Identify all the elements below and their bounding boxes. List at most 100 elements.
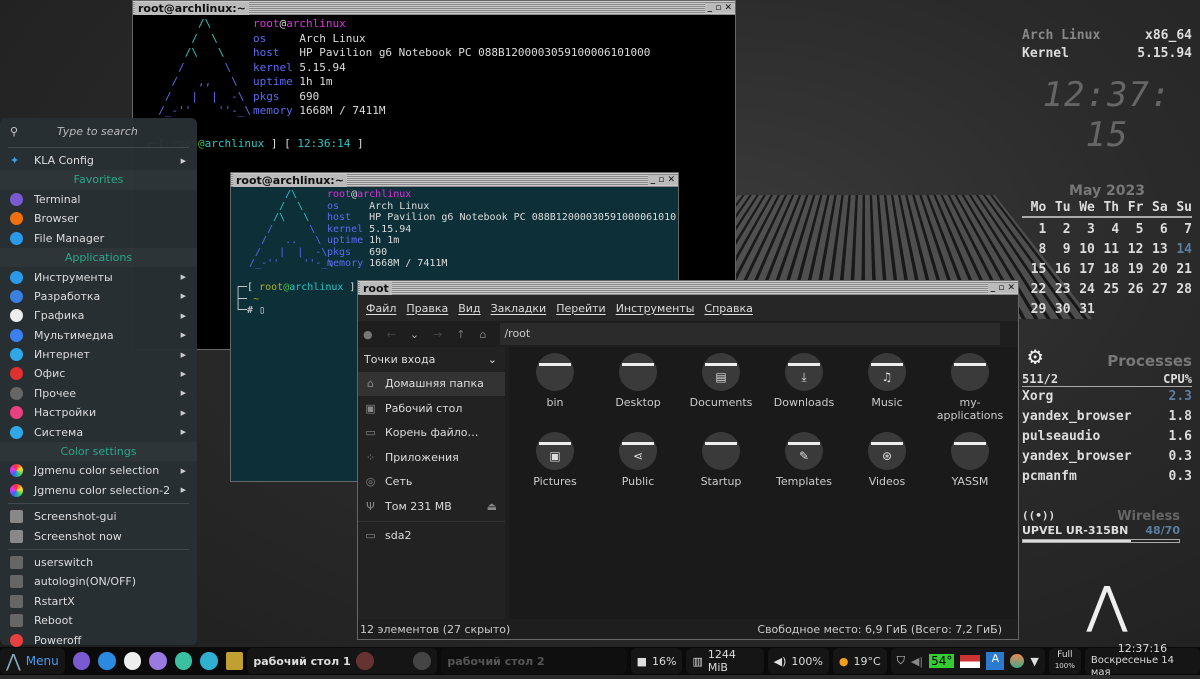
menu-item-прочее[interactable]: Прочее ▶ <box>0 384 197 403</box>
window-controls[interactable]: _ ▫ ✕ <box>988 283 1018 293</box>
info-icon[interactable]: ● <box>363 328 373 341</box>
translate-icon[interactable]: A <box>986 652 1004 670</box>
us-flag-icon[interactable] <box>960 655 980 668</box>
media-player-launcher-icon[interactable] <box>149 652 167 670</box>
menu-edit[interactable]: Правка <box>406 302 448 315</box>
file-item-desktop[interactable]: Desktop <box>597 353 679 409</box>
menu-item-label: userswitch <box>34 556 93 569</box>
menu-item-reboot[interactable]: Reboot <box>0 611 197 630</box>
poweroff-icon <box>10 634 23 647</box>
yandex-browser-icon[interactable] <box>356 652 374 670</box>
file-manager-launcher-icon[interactable] <box>98 652 116 670</box>
menu-item-screenshot-now[interactable]: Screenshot now <box>0 526 197 545</box>
process-row: pulseaudio 1.6 <box>1022 427 1192 447</box>
desktop-2-pager[interactable]: рабочий стол 2 <box>441 648 626 674</box>
menu-item-userswitch[interactable]: userswitch <box>0 553 197 572</box>
tools-launcher-icon[interactable] <box>226 652 244 670</box>
window-icon[interactable] <box>413 652 431 670</box>
file-item-my-applications[interactable]: my-applications <box>929 353 1011 422</box>
menu-bookmarks[interactable]: Закладки <box>491 302 547 315</box>
terminal-launcher-icon[interactable] <box>73 652 91 670</box>
настройки-icon <box>10 406 23 419</box>
menu-item-интернет[interactable]: Интернет ▶ <box>0 345 197 364</box>
back-icon[interactable]: ← <box>387 328 396 341</box>
menu-help[interactable]: Справка <box>704 302 752 315</box>
menu-item-инструменты[interactable]: Инструменты ▶ <box>0 267 197 286</box>
home-icon: ⌂ <box>364 377 377 390</box>
file-item-downloads[interactable]: ⤓ Downloads <box>763 353 845 409</box>
menu-item-terminal[interactable]: Terminal <box>0 190 197 209</box>
menu-button[interactable]: ⋀ Menu <box>0 648 65 674</box>
home-icon[interactable]: ⌂ <box>479 328 486 341</box>
volume-indicator[interactable]: ◀) 100% <box>768 648 829 674</box>
menu-item-browser[interactable]: Browser <box>0 209 197 228</box>
menu-item-настройки[interactable]: Настройки ▶ <box>0 403 197 422</box>
wifi-icon[interactable]: ▼ <box>1030 655 1038 668</box>
place-applications[interactable]: ⁘ Приложения <box>358 445 505 470</box>
conky-widget: Arch Linux x86_64 Kernel 5.15.94 12:37: 15… <box>1022 28 1192 633</box>
search-icon: ⚲ <box>10 125 23 138</box>
menu-item-система[interactable]: Система ▶ <box>0 422 197 441</box>
place-sda2[interactable]: ▭ sda2 <box>358 524 505 549</box>
menu-item-jgmenu-color-selection[interactable]: Jgmenu color selection ▶ <box>0 461 197 480</box>
path-input[interactable]: /root <box>500 323 1000 345</box>
menu-view[interactable]: Вид <box>458 302 480 315</box>
file-item-bin[interactable]: bin <box>514 353 596 409</box>
settings-launcher-icon[interactable] <box>200 652 218 670</box>
calendar-day: 7 <box>1168 221 1192 238</box>
menu-item-разработка[interactable]: Разработка ▶ <box>0 287 197 306</box>
menu-item-офис[interactable]: Офис ▶ <box>0 364 197 383</box>
battery-indicator[interactable]: Full 100% <box>1049 648 1081 674</box>
volume-tray-icon[interactable]: ◀| <box>911 655 923 668</box>
place-root[interactable]: ▭ Корень файло… <box>358 421 505 446</box>
recycle-launcher-icon[interactable] <box>175 652 193 670</box>
places-header[interactable]: Точки входа ⌄ <box>358 347 505 372</box>
file-manager-window[interactable]: root _ ▫ ✕ Файл Правка Вид Закладки Перейти Ин… <box>357 280 1019 640</box>
window-controls[interactable]: _ ▫ ✕ <box>648 175 678 185</box>
place-home[interactable]: ⌂ Домашняя папка <box>358 372 505 397</box>
file-item-videos[interactable]: ⊛ Videos <box>846 432 928 488</box>
titlebar[interactable]: root _ ▫ ✕ <box>358 281 1018 295</box>
menu-file[interactable]: Файл <box>366 302 396 315</box>
file-item-music[interactable]: ♫ Music <box>846 353 928 409</box>
menu-item-jgmenu-color-selection-2[interactable]: Jgmenu color selection-2 ▶ <box>0 481 197 500</box>
place-desktop[interactable]: ▣ Рабочий стол <box>358 396 505 421</box>
file-item-documents[interactable]: ▤ Documents <box>680 353 762 409</box>
weather-indicator[interactable]: ● 19°C <box>833 648 887 674</box>
menu-item-kla-config[interactable]: ✦ KLA Config ▶ <box>0 151 197 170</box>
place-network[interactable]: ◎ Сеть <box>358 470 505 495</box>
history-dropdown-icon[interactable]: ⌄ <box>410 328 419 341</box>
menu-item-rstartx[interactable]: RstartX <box>0 592 197 611</box>
menu-item-графика[interactable]: Графика ▶ <box>0 306 197 325</box>
menu-go[interactable]: Перейти <box>556 302 606 315</box>
folder-icon: ⤓ <box>785 353 823 391</box>
file-item-yassm[interactable]: YASSM <box>929 432 1011 488</box>
menu-item-label: autologin(ON/OFF) <box>34 575 136 588</box>
menu-search[interactable]: ⚲ Type to search <box>0 118 197 144</box>
file-item-startup[interactable]: Startup <box>680 432 762 488</box>
file-item-pictures[interactable]: ▣ Pictures <box>514 432 596 488</box>
titlebar[interactable]: root@archlinux:~ _ ▫ ✕ <box>231 173 678 187</box>
menu-tools[interactable]: Инструменты <box>616 302 695 315</box>
titlebar[interactable]: root@archlinux:~ _ ▫ ✕ <box>133 1 735 15</box>
menu-item-мультимедиа[interactable]: Мультимедиа ▶ <box>0 326 197 345</box>
file-item-public[interactable]: ⋖ Public <box>597 432 679 488</box>
forward-icon[interactable]: → <box>433 328 442 341</box>
color-picker-icon[interactable] <box>1010 654 1024 668</box>
calendar: Mo Tu We Th Fr Sa Su 1 2 3 4 5 6 7 8 9 10 11 12 13 14 15 16 17 1… <box>1022 199 1192 318</box>
menu-item-autologin-on-off-[interactable]: autologin(ON/OFF) <box>0 572 197 591</box>
clock[interactable]: 12:37:16 Воскресенье 14 мая <box>1085 648 1200 674</box>
menu-item-screenshot-gui[interactable]: Screenshot-gui <box>0 507 197 526</box>
place-volume[interactable]: Ψ Том 231 MB ⏏ <box>358 494 505 519</box>
shield-icon[interactable]: ⛉ <box>897 654 905 668</box>
window-controls[interactable]: _ ▫ ✕ <box>705 3 735 13</box>
cherry-launcher-icon[interactable] <box>124 652 142 670</box>
eject-icon[interactable]: ⏏ <box>487 500 497 513</box>
desktop-1-pager[interactable]: рабочий стол 1 <box>247 648 437 674</box>
temperature-badge[interactable]: 54° <box>929 654 954 668</box>
file-item-templates[interactable]: ✎ Templates <box>763 432 845 488</box>
up-icon[interactable]: ↑ <box>456 328 465 341</box>
menu-item-file-manager[interactable]: File Manager <box>0 229 197 248</box>
menu-item-label: Графика <box>34 309 84 322</box>
section-color-settings: Color settings <box>0 442 197 461</box>
